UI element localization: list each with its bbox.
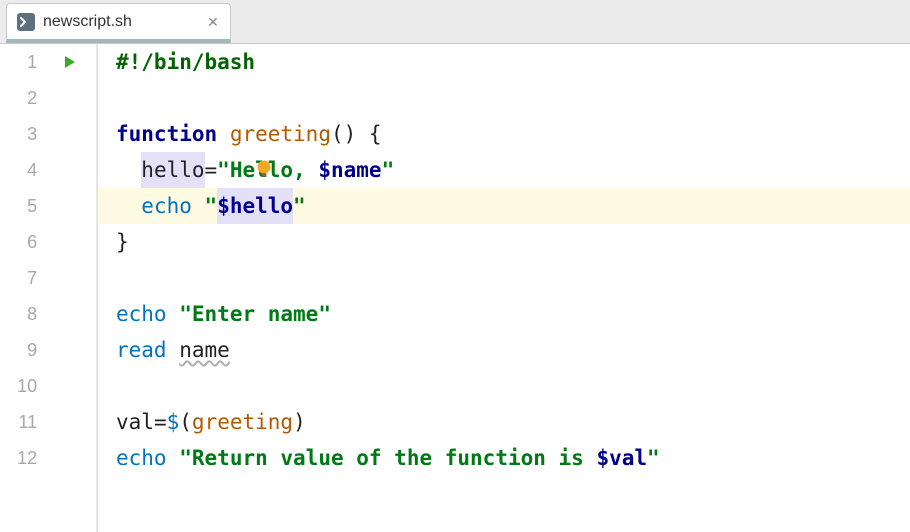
string-quote: " bbox=[205, 188, 218, 224]
string-quote: " bbox=[179, 296, 192, 332]
string-quote: " bbox=[179, 440, 192, 476]
line-number: 10 bbox=[0, 376, 43, 397]
line-number: 1 bbox=[0, 52, 43, 73]
paren-close: ) bbox=[293, 404, 306, 440]
assign-eq: = bbox=[154, 404, 167, 440]
string-quote: " bbox=[293, 188, 306, 224]
string-quote: " bbox=[318, 296, 331, 332]
line-number: 3 bbox=[0, 124, 43, 145]
line-number: 6 bbox=[0, 232, 43, 253]
brace-open: () { bbox=[331, 116, 382, 152]
paren-open: ( bbox=[179, 404, 192, 440]
code-line[interactable]: echo "Enter name" bbox=[98, 296, 910, 332]
variable-ref: $hello bbox=[217, 188, 293, 224]
variable-ref: $name bbox=[318, 152, 381, 188]
code-line[interactable]: read name bbox=[98, 332, 910, 368]
builtin-read: read bbox=[116, 332, 167, 368]
gutter-row: 1 bbox=[0, 44, 96, 80]
line-number: 9 bbox=[0, 340, 43, 361]
line-number: 8 bbox=[0, 304, 43, 325]
intention-bulb[interactable] bbox=[116, 152, 262, 188]
builtin-echo: echo bbox=[116, 296, 167, 332]
shebang: #!/bin/bash bbox=[116, 44, 255, 80]
line-number: 4 bbox=[0, 160, 43, 181]
string-literal: Enter name bbox=[192, 296, 318, 332]
code-line[interactable] bbox=[98, 368, 910, 404]
run-gutter-icon[interactable] bbox=[43, 54, 96, 70]
code-line[interactable] bbox=[98, 80, 910, 116]
code-line[interactable]: echo "Return value of the function is $v… bbox=[98, 440, 910, 476]
terminal-file-icon bbox=[17, 13, 35, 31]
code-line[interactable]: } bbox=[98, 224, 910, 260]
string-literal: Return value of the function is bbox=[192, 440, 597, 476]
gutter: 1 2 3 4 5 6 7 8 9 10 11 12 bbox=[0, 44, 98, 532]
code-area[interactable]: #!/bin/bash function greeting() { hello=… bbox=[98, 44, 910, 532]
code-line[interactable] bbox=[98, 260, 910, 296]
tabbar: newscript.sh ✕ bbox=[0, 0, 910, 44]
code-line[interactable]: val=$(greeting) bbox=[98, 404, 910, 440]
tab-filename: newscript.sh bbox=[43, 13, 132, 31]
code-line-current[interactable]: echo "$hello" bbox=[98, 188, 910, 224]
close-icon[interactable]: ✕ bbox=[206, 15, 220, 29]
dollar-sign: $ bbox=[167, 404, 180, 440]
string-quote: " bbox=[647, 440, 660, 476]
code-line[interactable]: hello="Hello, $name" bbox=[98, 152, 910, 188]
code-editor[interactable]: 1 2 3 4 5 6 7 8 9 10 11 12 #!/bin/bash f… bbox=[0, 44, 910, 532]
variable-name: val bbox=[116, 404, 154, 440]
line-number: 7 bbox=[0, 268, 43, 289]
line-number: 5 bbox=[0, 196, 43, 217]
builtin-echo: echo bbox=[116, 440, 167, 476]
function-call: greeting bbox=[192, 404, 293, 440]
variable-name: name bbox=[179, 332, 230, 368]
line-number: 11 bbox=[0, 412, 43, 433]
tab-newscript[interactable]: newscript.sh ✕ bbox=[6, 3, 231, 43]
builtin-echo: echo bbox=[141, 188, 192, 224]
variable-ref: $val bbox=[596, 440, 647, 476]
string-quote: " bbox=[382, 152, 395, 188]
code-line[interactable]: #!/bin/bash bbox=[98, 44, 910, 80]
line-number: 2 bbox=[0, 88, 43, 109]
line-number: 12 bbox=[0, 448, 43, 469]
brace-close: } bbox=[116, 224, 129, 260]
